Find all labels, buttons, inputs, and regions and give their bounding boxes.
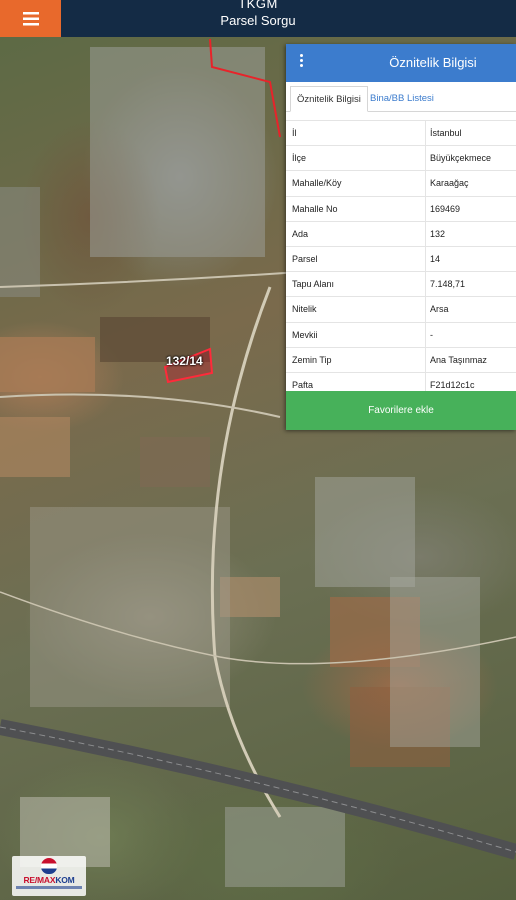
add-to-favorites-button[interactable]: Favorilere ekle: [286, 391, 516, 430]
table-row: İl İstanbul: [286, 120, 516, 146]
row-value: 7.148,71: [430, 279, 466, 290]
attribute-table: İl İstanbul İlçe Büyükçekmece Mahalle/Köy K…: [286, 120, 516, 398]
field-patch: [0, 417, 70, 477]
field-patch: [140, 437, 210, 487]
table-row: İlçe Büyükçekmece: [286, 145, 516, 171]
row-key: Mahalle No: [286, 196, 426, 221]
app-subtitle: Parsel Sorgu: [220, 13, 296, 28]
row-key: İl: [286, 121, 426, 146]
field-patch: [0, 337, 95, 392]
row-value: 132: [430, 228, 446, 239]
row-value: -: [430, 329, 433, 340]
row-value: Karaağaç: [430, 178, 469, 189]
road: [0, 393, 281, 418]
table-row: Mahalle/Köy Karaağaç: [286, 170, 516, 196]
row-key: Mahalle/Köy: [286, 171, 426, 196]
table-row: Ada 132: [286, 220, 516, 246]
table-row: Zemin Tip Ana Taşınmaz: [286, 346, 516, 372]
row-value: İstanbul: [430, 128, 462, 138]
table-row: Mahalle No 169469: [286, 195, 516, 221]
residential-block: [90, 47, 265, 257]
row-key: İlçe: [286, 146, 426, 171]
row-key: Parsel: [286, 246, 426, 272]
kebab-menu-icon[interactable]: [298, 54, 306, 72]
residential-block: [390, 577, 480, 747]
row-key: Zemin Tip: [286, 347, 426, 372]
row-value: Arsa: [430, 304, 449, 315]
road: [0, 271, 301, 288]
row-key: Mevkii: [286, 322, 426, 347]
attribute-panel: Öznitelik Bilgisi Öznitelik Bilgisi Bina…: [286, 44, 516, 430]
residential-block: [225, 807, 345, 887]
panel-header: Öznitelik Bilgisi: [286, 44, 516, 82]
logo-text: RE/MAXKOM: [12, 875, 86, 885]
row-value: 14: [430, 253, 441, 264]
residential-block: [0, 187, 40, 297]
table-row: Mevkii -: [286, 321, 516, 347]
logo-text-right: KOM: [55, 875, 75, 885]
remax-logo: RE/MAXKOM: [12, 856, 86, 896]
balloon-icon: [41, 858, 57, 874]
row-key: Tapu Alanı: [286, 272, 426, 297]
tab-building-list[interactable]: Bina/BB Listesi: [364, 86, 440, 112]
logo-text-left: RE/MAX: [23, 875, 56, 885]
row-value: 169469: [430, 203, 461, 214]
logo-underline: [16, 886, 82, 889]
app-title: TKGM: [238, 0, 278, 11]
residential-block: [315, 477, 415, 587]
row-key: Ada: [286, 221, 426, 246]
table-row: Parsel 14: [286, 245, 516, 272]
panel-tabs: Öznitelik Bilgisi Bina/BB Listesi: [286, 82, 516, 112]
panel-title: Öznitelik Bilgisi: [389, 55, 477, 70]
table-row: Tapu Alanı 7.148,71: [286, 271, 516, 297]
row-value: Ana Taşınmaz: [430, 354, 487, 365]
parcel-label: 132/14: [166, 354, 203, 368]
row-key: Nitelik: [286, 297, 426, 322]
row-value: Büyükçekmece: [430, 153, 492, 164]
table-row: Nitelik Arsa: [286, 296, 516, 322]
tab-attributes[interactable]: Öznitelik Bilgisi: [290, 86, 368, 112]
app-header: TKGM Parsel Sorgu: [0, 0, 516, 37]
residential-block: [30, 507, 230, 707]
